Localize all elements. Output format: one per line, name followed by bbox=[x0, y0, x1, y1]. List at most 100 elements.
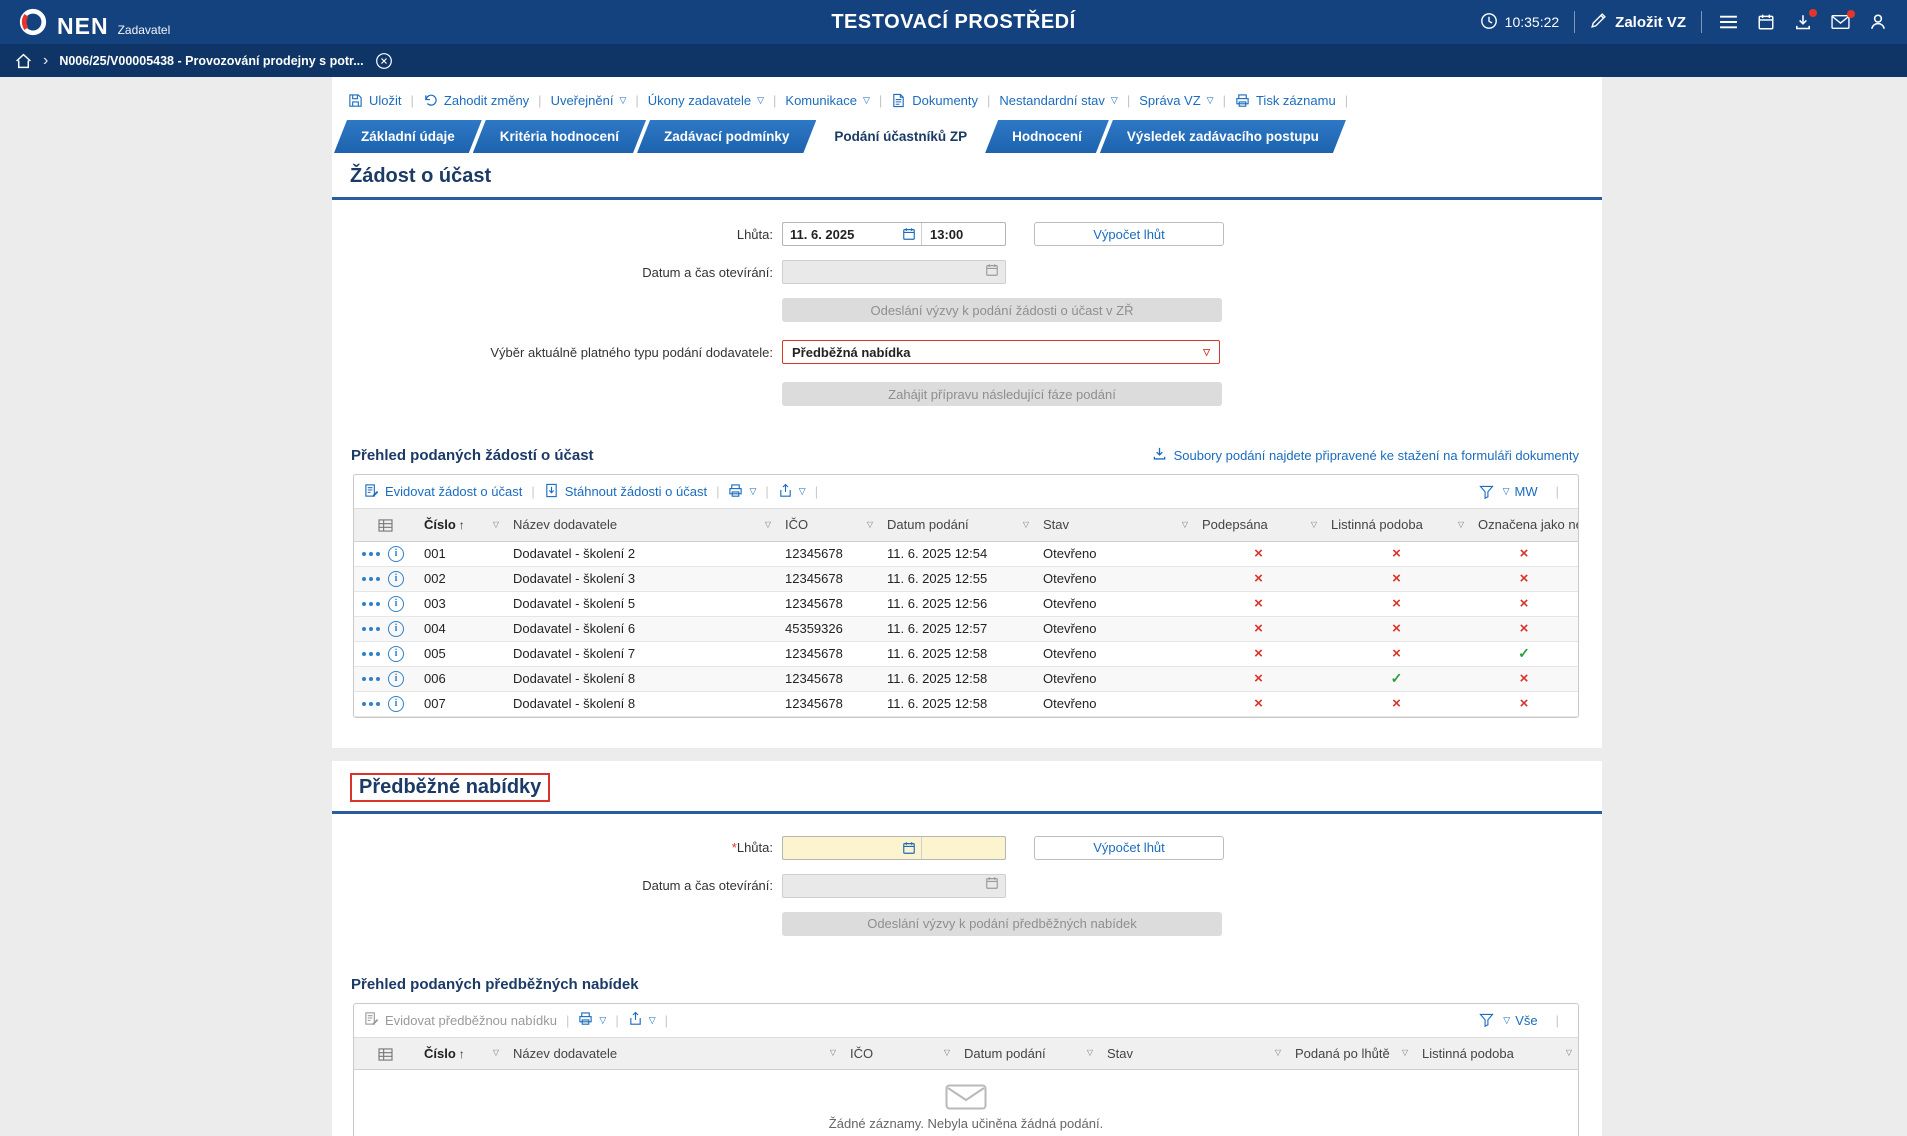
stahnout-zadosti-button[interactable]: Stáhnout žádosti o účast bbox=[544, 483, 707, 501]
vypocet-lhut-button[interactable]: Výpočet lhůt bbox=[1034, 222, 1224, 246]
calendar-icon[interactable] bbox=[1755, 11, 1777, 33]
typ-podani-select[interactable]: Předběžná nabídka ▽ bbox=[782, 340, 1220, 364]
filter-caret-icon[interactable]: ▽ bbox=[1311, 520, 1317, 529]
col-cislo[interactable]: Číslo ↑ ▽ bbox=[416, 1037, 505, 1070]
messages-icon[interactable] bbox=[1829, 10, 1855, 32]
filter-caret-icon[interactable]: ▽ bbox=[765, 520, 771, 529]
dokumenty-button[interactable]: Dokumenty bbox=[891, 93, 978, 108]
row-menu-icon[interactable] bbox=[362, 651, 380, 656]
print-record-button[interactable]: Tisk záznamu bbox=[1235, 93, 1336, 108]
files-download-link[interactable]: Soubory podání najdete připravené ke sta… bbox=[1152, 446, 1579, 464]
home-icon[interactable] bbox=[15, 53, 32, 69]
uverejneni-menu[interactable]: Uveřejnění ▽ bbox=[551, 93, 627, 108]
col-oznacena[interactable]: Označena jako ne bbox=[1470, 509, 1578, 542]
tab-hodnoceni[interactable]: Hodnocení bbox=[985, 120, 1109, 153]
row-info-icon[interactable]: i bbox=[388, 595, 404, 612]
time-input[interactable] bbox=[921, 836, 1005, 859]
row-info-icon[interactable]: i bbox=[388, 620, 404, 637]
table-row[interactable]: i 005 Dodavatel - školení 7 12345678 11. 6. … bbox=[354, 641, 1578, 667]
col-datum-podani[interactable]: Datum podání ▽ bbox=[879, 509, 1035, 542]
odeslani-vyzvy-nabidek-button: Odeslání výzvy k podání předběžných nabí… bbox=[782, 911, 1222, 936]
col-nazev-dodavatele[interactable]: Název dodavatele ▽ bbox=[505, 1037, 842, 1070]
col-cislo[interactable]: Číslo ↑ ▽ bbox=[416, 509, 505, 542]
col-ico[interactable]: IČO ▽ bbox=[777, 509, 879, 542]
filter-caret-icon[interactable]: ▽ bbox=[1182, 520, 1188, 529]
calendar-icon[interactable] bbox=[897, 223, 921, 245]
vypocet-lhut-button[interactable]: Výpočet lhůt bbox=[1034, 835, 1224, 860]
col-podepsana[interactable]: Podepsána ▽ bbox=[1194, 509, 1323, 542]
date-input[interactable]: 11. 6. 2025 bbox=[783, 223, 897, 245]
col-listinna-podoba[interactable]: Listinná podoba ▽ bbox=[1323, 509, 1470, 542]
filter-caret-icon[interactable]: ▽ bbox=[1275, 1049, 1281, 1057]
col-datum-podani[interactable]: Datum podání ▽ bbox=[956, 1037, 1099, 1070]
calendar-icon[interactable] bbox=[897, 837, 921, 859]
create-vz-button[interactable]: Založit VZ bbox=[1590, 12, 1686, 33]
column-settings[interactable] bbox=[354, 1037, 416, 1070]
column-settings[interactable] bbox=[354, 509, 416, 542]
menu-icon[interactable] bbox=[1717, 12, 1740, 32]
close-icon[interactable] bbox=[375, 52, 393, 70]
export-table-button[interactable]: ▽ bbox=[778, 483, 806, 501]
table-row[interactable]: i 003 Dodavatel - školení 5 12345678 11. 6. … bbox=[354, 591, 1578, 617]
date-input[interactable] bbox=[783, 837, 897, 859]
row-menu-icon[interactable] bbox=[362, 601, 380, 606]
breadcrumb-item[interactable]: N006/25/V00005438 - Provozování prodejny… bbox=[59, 54, 363, 68]
table-row[interactable]: i 006 Dodavatel - školení 8 12345678 11. 6. … bbox=[354, 666, 1578, 692]
export-table-button[interactable]: ▽ bbox=[628, 1011, 656, 1029]
row-menu-icon[interactable] bbox=[362, 576, 380, 581]
tab-podani-ucastniku-zp[interactable]: Podání účastníků ZP bbox=[807, 120, 994, 153]
filter-caret-icon[interactable]: ▽ bbox=[944, 1049, 950, 1057]
table-row[interactable]: i 007 Dodavatel - školení 8 12345678 11. 6. … bbox=[354, 691, 1578, 717]
row-menu-icon[interactable] bbox=[362, 701, 380, 706]
table-row[interactable]: i 004 Dodavatel - školení 6 45359326 11. 6. … bbox=[354, 616, 1578, 642]
view-selector[interactable]: ▽ MW bbox=[1503, 484, 1538, 499]
col-ico[interactable]: IČO ▽ bbox=[842, 1037, 956, 1070]
row-info-icon[interactable]: i bbox=[388, 570, 404, 587]
filter-caret-icon[interactable]: ▽ bbox=[1087, 1049, 1093, 1057]
filter-icon[interactable] bbox=[1479, 1013, 1495, 1027]
col-stav[interactable]: Stav ▽ bbox=[1035, 509, 1194, 542]
row-menu-icon[interactable] bbox=[362, 676, 380, 681]
evidovat-zadost-button[interactable]: Evidovat žádost o účast bbox=[364, 483, 522, 501]
lhuta-datetime-field[interactable] bbox=[782, 835, 1006, 860]
filter-caret-icon[interactable]: ▽ bbox=[493, 1049, 499, 1057]
ukony-zadavatele-menu[interactable]: Úkony zadavatele ▽ bbox=[648, 93, 764, 108]
komunikace-menu[interactable]: Komunikace ▽ bbox=[785, 93, 869, 108]
lhuta-datetime-field[interactable]: 11. 6. 2025 13:00 bbox=[782, 222, 1006, 246]
col-stav[interactable]: Stav ▽ bbox=[1099, 1037, 1287, 1070]
tab-zakladni-udaje[interactable]: Základní údaje bbox=[334, 120, 482, 153]
filter-caret-icon[interactable]: ▽ bbox=[1458, 520, 1464, 529]
user-icon[interactable] bbox=[1867, 11, 1889, 33]
table-row[interactable]: i 002 Dodavatel - školení 3 12345678 11. 6. … bbox=[354, 566, 1578, 592]
filter-caret-icon[interactable]: ▽ bbox=[1402, 1049, 1408, 1057]
brand[interactable]: NEN Zadavatel bbox=[18, 7, 170, 38]
tab-vysledek[interactable]: Výsledek zadávacího postupu bbox=[1100, 120, 1346, 153]
filter-icon[interactable] bbox=[1478, 485, 1494, 499]
sprava-vz-menu[interactable]: Správa VZ ▽ bbox=[1139, 93, 1213, 108]
filter-caret-icon[interactable]: ▽ bbox=[1023, 520, 1029, 529]
col-nazev-dodavatele[interactable]: Název dodavatele ▽ bbox=[505, 509, 777, 542]
tab-zadavaci-podminky[interactable]: Zadávací podmínky bbox=[637, 120, 816, 153]
discard-changes-button[interactable]: Zahodit změny bbox=[423, 93, 529, 108]
filter-caret-icon[interactable]: ▽ bbox=[867, 520, 873, 529]
col-listinna-podoba[interactable]: Listinná podoba ▽ bbox=[1414, 1037, 1578, 1070]
nestandardni-stav-menu[interactable]: Nestandardní stav ▽ bbox=[999, 93, 1117, 108]
row-info-icon[interactable]: i bbox=[388, 645, 404, 662]
save-button[interactable]: Uložit bbox=[348, 93, 402, 108]
print-table-button[interactable]: ▽ bbox=[728, 483, 756, 501]
downloads-icon[interactable] bbox=[1792, 9, 1817, 33]
table-row[interactable]: i 001 Dodavatel - školení 2 12345678 11. 6. … bbox=[354, 541, 1578, 567]
view-selector[interactable]: ▽ Vše bbox=[1503, 1013, 1537, 1028]
row-info-icon[interactable]: i bbox=[388, 695, 404, 712]
col-podana-po-lhute[interactable]: Podaná po lhůtě ▽ bbox=[1287, 1037, 1414, 1070]
row-info-icon[interactable]: i bbox=[388, 545, 404, 562]
filter-caret-icon[interactable]: ▽ bbox=[493, 520, 499, 529]
filter-caret-icon[interactable]: ▽ bbox=[1566, 1049, 1572, 1057]
filter-caret-icon[interactable]: ▽ bbox=[830, 1049, 836, 1057]
time-input[interactable]: 13:00 bbox=[921, 223, 1005, 245]
print-table-button[interactable]: ▽ bbox=[578, 1011, 606, 1029]
tab-kriteria-hodnoceni[interactable]: Kritéria hodnocení bbox=[473, 120, 646, 153]
row-menu-icon[interactable] bbox=[362, 626, 380, 631]
row-menu-icon[interactable] bbox=[362, 551, 380, 556]
row-info-icon[interactable]: i bbox=[388, 670, 404, 687]
